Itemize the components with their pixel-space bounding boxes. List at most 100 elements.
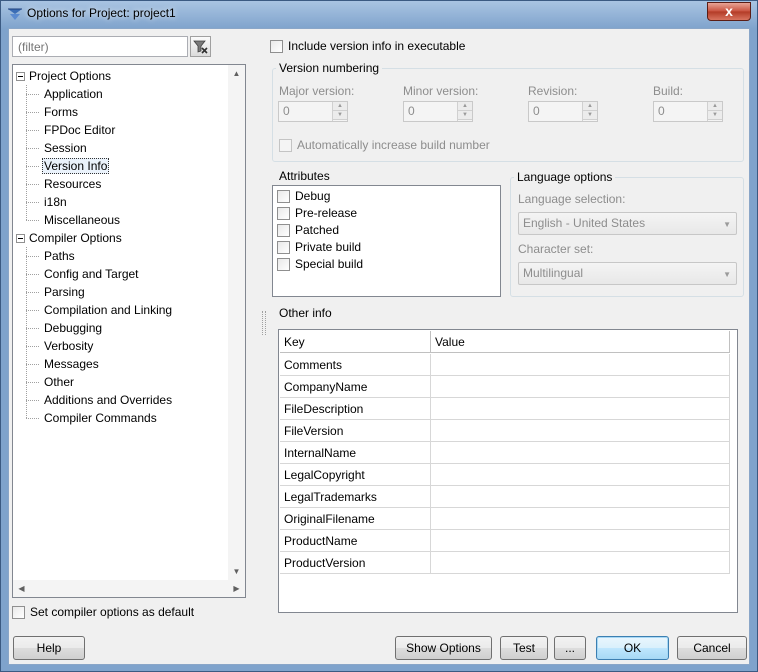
collapse-icon[interactable] [16, 72, 25, 81]
key-cell[interactable]: FileDescription [280, 398, 431, 420]
tree-item-parsing[interactable]: Parsing [42, 283, 87, 301]
table-row[interactable]: FileVersion [280, 420, 730, 442]
tree-vertical-scrollbar[interactable]: ▲ ▼ [228, 65, 245, 580]
tree-item-paths[interactable]: Paths [42, 247, 77, 265]
more-button[interactable]: ... [554, 636, 586, 660]
other-info-grid[interactable]: Key Value Comments CompanyName FileDescrip… [278, 329, 738, 613]
scroll-right-icon[interactable]: ▶ [228, 580, 245, 597]
key-cell[interactable]: InternalName [280, 442, 431, 464]
ok-button[interactable]: OK [596, 636, 669, 660]
language-select[interactable]: English - United States ▼ [518, 212, 737, 235]
set-default-checkbox[interactable] [12, 605, 25, 619]
tree-horizontal-scrollbar[interactable]: ◀ ▶ [13, 580, 245, 597]
tree-item-application[interactable]: Application [42, 85, 105, 103]
attribute-checkbox[interactable] [277, 257, 290, 271]
attribute-item-patched[interactable]: Patched [277, 223, 339, 237]
tree-item-other[interactable]: Other [42, 373, 76, 391]
tree-item-compiler-commands[interactable]: Compiler Commands [42, 409, 159, 427]
attribute-checkbox[interactable] [277, 189, 290, 203]
attribute-item-pre-release[interactable]: Pre-release [277, 206, 357, 220]
character-set-select[interactable]: Multilingual ▼ [518, 262, 737, 285]
include-version-checkbox[interactable] [270, 39, 283, 53]
set-default-row[interactable]: Set compiler options as default [12, 605, 194, 619]
build-spin-buttons[interactable]: ▲ ▼ [707, 102, 722, 121]
spin-up-icon[interactable]: ▲ [583, 102, 597, 111]
build-spin[interactable]: 0 ▲ ▼ [653, 101, 723, 122]
key-cell[interactable]: ProductName [280, 530, 431, 552]
minor-version-spin[interactable]: 0 ▲ ▼ [403, 101, 473, 122]
value-cell[interactable] [431, 486, 730, 508]
tree-item-debugging[interactable]: Debugging [42, 319, 104, 337]
table-row[interactable]: ProductVersion [280, 552, 730, 574]
test-button[interactable]: Test [500, 636, 548, 660]
attribute-checkbox[interactable] [277, 206, 290, 220]
value-cell[interactable] [431, 442, 730, 464]
key-cell[interactable]: LegalCopyright [280, 464, 431, 486]
attribute-checkbox[interactable] [277, 223, 290, 237]
scroll-up-icon[interactable]: ▲ [228, 65, 245, 82]
collapse-icon[interactable] [16, 234, 25, 243]
filter-input[interactable] [12, 36, 188, 57]
tree-item-miscellaneous[interactable]: Miscellaneous [42, 211, 122, 229]
value-cell[interactable] [431, 530, 730, 552]
value-cell[interactable] [431, 464, 730, 486]
value-cell[interactable] [431, 354, 730, 376]
auto-increase-checkbox[interactable] [279, 138, 292, 152]
value-cell[interactable] [431, 508, 730, 530]
table-row[interactable]: InternalName [280, 442, 730, 464]
attribute-item-special-build[interactable]: Special build [277, 257, 363, 271]
auto-increase-row[interactable]: Automatically increase build number [279, 138, 490, 152]
table-row[interactable]: OriginalFilename [280, 508, 730, 530]
options-tree[interactable]: Project Options Application Forms FPDoc Edi… [12, 64, 246, 598]
value-cell[interactable] [431, 552, 730, 574]
key-cell[interactable]: OriginalFilename [280, 508, 431, 530]
tree-item-resources[interactable]: Resources [42, 175, 103, 193]
major-version-spin[interactable]: 0 ▲ ▼ [278, 101, 348, 122]
include-version-row[interactable]: Include version info in executable [270, 39, 465, 53]
tree-item-session[interactable]: Session [42, 139, 89, 157]
scroll-down-icon[interactable]: ▼ [228, 563, 245, 580]
spin-down-icon[interactable]: ▼ [458, 111, 472, 120]
cancel-button[interactable]: Cancel [677, 636, 747, 660]
spin-down-icon[interactable]: ▼ [708, 111, 722, 120]
attribute-item-debug[interactable]: Debug [277, 189, 330, 203]
attribute-item-private-build[interactable]: Private build [277, 240, 361, 254]
close-button[interactable]: x [707, 2, 751, 21]
major-spin-buttons[interactable]: ▲ ▼ [332, 102, 347, 121]
tree-item-messages[interactable]: Messages [42, 355, 101, 373]
tree-item-compilation-and-linking[interactable]: Compilation and Linking [42, 301, 174, 319]
key-cell[interactable]: CompanyName [280, 376, 431, 398]
title-bar[interactable]: Options for Project: project1 x [1, 1, 757, 27]
revision-spin[interactable]: 0 ▲ ▼ [528, 101, 598, 122]
key-column-header[interactable]: Key [280, 331, 431, 353]
value-cell[interactable] [431, 376, 730, 398]
tree-group-project-options[interactable]: Project Options [27, 67, 113, 85]
tree-item-forms[interactable]: Forms [42, 103, 80, 121]
value-cell[interactable] [431, 398, 730, 420]
tree-item-config-and-target[interactable]: Config and Target [42, 265, 141, 283]
table-row[interactable]: LegalCopyright [280, 464, 730, 486]
spin-down-icon[interactable]: ▼ [583, 111, 597, 120]
table-row[interactable]: Comments [280, 354, 730, 376]
key-cell[interactable]: ProductVersion [280, 552, 431, 574]
table-row[interactable]: FileDescription [280, 398, 730, 420]
value-column-header[interactable]: Value [431, 331, 730, 353]
minor-spin-buttons[interactable]: ▲ ▼ [457, 102, 472, 121]
tree-item-additions-and-overrides[interactable]: Additions and Overrides [42, 391, 174, 409]
value-cell[interactable] [431, 420, 730, 442]
table-row[interactable]: LegalTrademarks [280, 486, 730, 508]
key-cell[interactable]: LegalTrademarks [280, 486, 431, 508]
spin-up-icon[interactable]: ▲ [333, 102, 347, 111]
revision-spin-buttons[interactable]: ▲ ▼ [582, 102, 597, 121]
spin-down-icon[interactable]: ▼ [333, 111, 347, 120]
tree-item-fpdoc-editor[interactable]: FPDoc Editor [42, 121, 117, 139]
table-row[interactable]: ProductName [280, 530, 730, 552]
tree-item-i18n[interactable]: i18n [42, 193, 69, 211]
table-row[interactable]: CompanyName [280, 376, 730, 398]
show-options-button[interactable]: Show Options [395, 636, 492, 660]
help-button[interactable]: Help [13, 636, 85, 660]
clear-filter-button[interactable] [190, 36, 211, 57]
attribute-checkbox[interactable] [277, 240, 290, 254]
scroll-left-icon[interactable]: ◀ [13, 580, 30, 597]
tree-item-version-info[interactable]: Version Info [42, 157, 110, 175]
